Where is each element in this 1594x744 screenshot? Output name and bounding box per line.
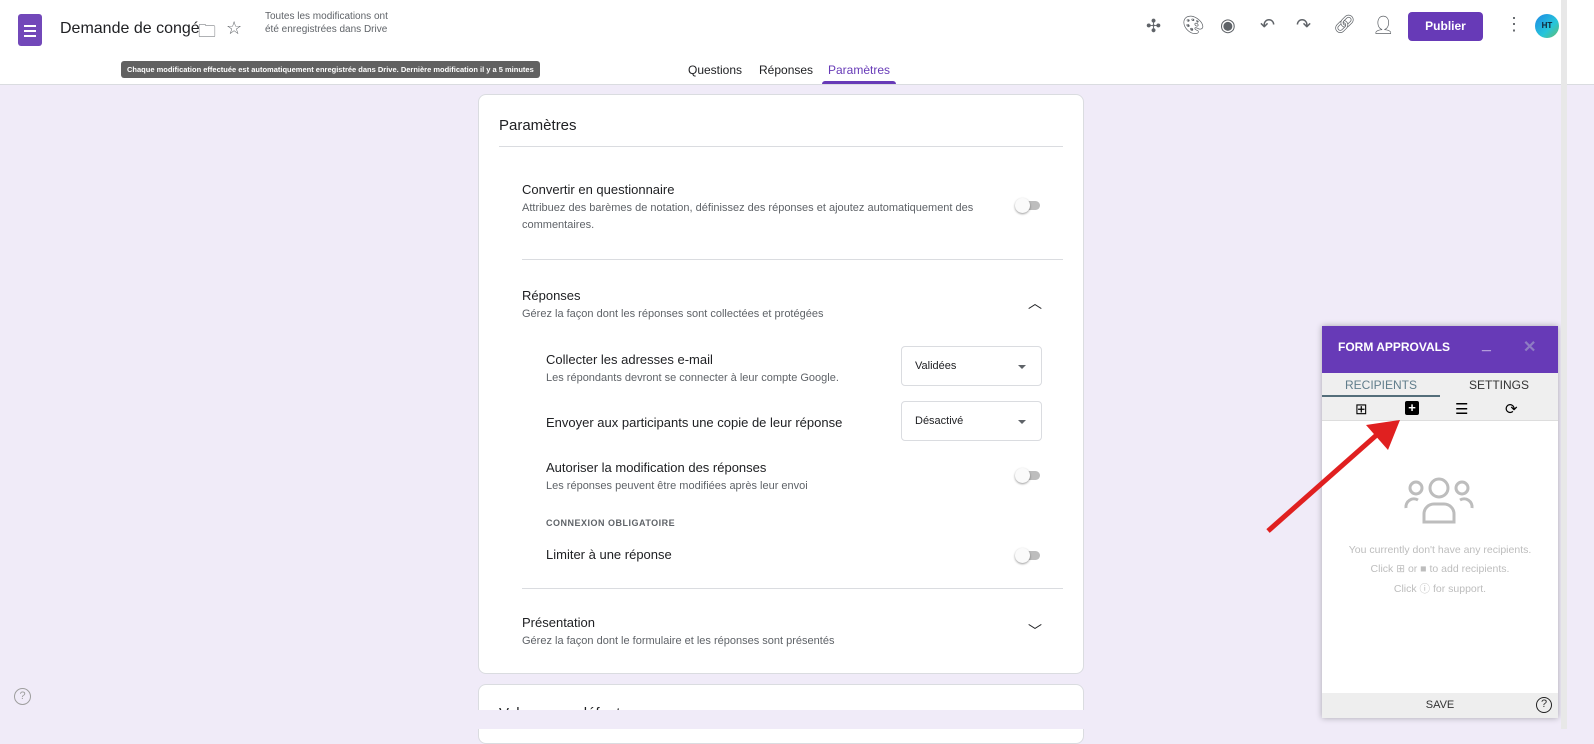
red-arrow-annotation: [1266, 420, 1400, 533]
